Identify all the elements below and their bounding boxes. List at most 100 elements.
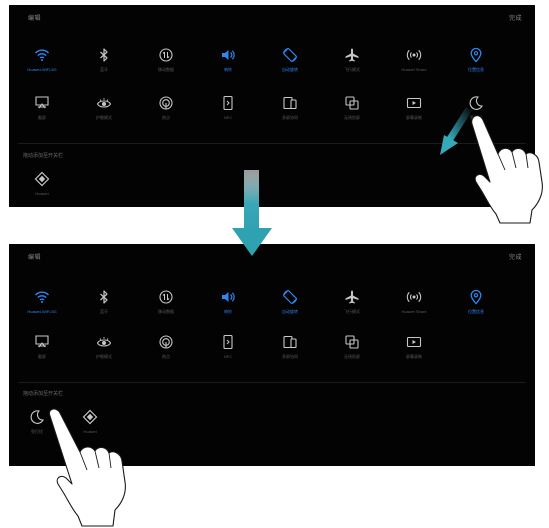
switch-label: Huawei: [35, 191, 49, 196]
screen-record-icon: [405, 333, 423, 351]
switch-wifi[interactable]: Huawei-WiFi-5G: [12, 288, 72, 328]
sound-icon: [219, 46, 237, 64]
section-divider: [18, 382, 526, 383]
switch-bluetooth[interactable]: 蓝牙: [74, 46, 134, 86]
transition-arrow-icon: [232, 170, 272, 256]
switch-label: 蓝牙: [100, 309, 108, 314]
hotspot-icon: [405, 288, 423, 306]
switch-screenshot[interactable]: 截屏: [12, 333, 72, 373]
section-label: 拖动添加至开关栏: [23, 153, 64, 159]
nfc-card-icon: [219, 94, 237, 112]
switch-nfc-card[interactable]: NFC: [198, 94, 258, 134]
switch-label: 自动旋转: [282, 309, 298, 314]
switch-label: 护眼模式: [96, 115, 112, 120]
switch-label: 蓝牙: [100, 67, 108, 72]
switch-multi-screen[interactable]: 多屏协同: [260, 94, 320, 134]
switch-label: Huawei-WiFi-5G: [27, 309, 57, 314]
wifi-icon: [33, 288, 51, 306]
switch-label: 屏幕录制: [406, 115, 422, 120]
diamond-icon: [33, 170, 51, 188]
switch-label: 截屏: [38, 354, 46, 359]
switch-airplane[interactable]: 飞行模式: [322, 288, 382, 328]
switch-label: 多屏协同: [282, 354, 298, 359]
wifi-icon: [33, 46, 51, 64]
nfc-icon: [157, 94, 175, 112]
switch-label: 移动数据: [158, 67, 174, 72]
switch-diamond[interactable]: Huawei: [12, 170, 72, 207]
switch-screen-cast[interactable]: 无线投屏: [322, 94, 382, 134]
switch-label: 热点: [162, 115, 170, 120]
edit-header-left[interactable]: 编辑: [28, 252, 41, 261]
switch-label: 无线投屏: [344, 354, 360, 359]
switch-label: 响铃: [224, 67, 232, 72]
switch-label: Huawei Share: [401, 309, 427, 314]
airplane-icon: [343, 288, 361, 306]
screenshot-icon: [33, 333, 51, 351]
switch-hotspot[interactable]: Huawei Share: [384, 46, 444, 86]
bluetooth-icon: [95, 46, 113, 64]
switch-nfc[interactable]: 热点: [136, 333, 196, 373]
switch-label: NFC: [223, 354, 233, 359]
switch-hotspot[interactable]: Huawei Share: [384, 288, 444, 328]
switch-location[interactable]: 位置信息: [446, 46, 506, 86]
switch-mobile-data[interactable]: 移动数据: [136, 288, 196, 328]
switch-label: Huawei Share: [401, 67, 427, 72]
switch-label: 护眼模式: [96, 354, 112, 359]
switch-sound[interactable]: 响铃: [198, 288, 258, 328]
switch-label: 截屏: [38, 115, 46, 120]
done-button[interactable]: 完成: [509, 252, 522, 261]
multi-screen-icon: [281, 94, 299, 112]
switch-nfc-card[interactable]: NFC: [198, 333, 258, 373]
switch-label: 飞行模式: [344, 309, 360, 314]
switch-screen-record[interactable]: 屏幕录制: [384, 94, 444, 134]
nfc-card-icon: [219, 333, 237, 351]
switch-label: 自动旋转: [282, 67, 298, 72]
switch-label: 响铃: [224, 309, 232, 314]
switch-label: 多屏协同: [282, 115, 298, 120]
switch-label: 移动数据: [158, 309, 174, 314]
switch-eye-comfort[interactable]: 护眼模式: [74, 94, 134, 134]
switch-label: 位置信息: [468, 67, 484, 72]
location-icon: [467, 46, 485, 64]
location-icon: [467, 288, 485, 306]
switch-auto-rotate[interactable]: 自动旋转: [260, 46, 320, 86]
switch-screenshot[interactable]: 截屏: [12, 94, 72, 134]
screen-record-icon: [405, 94, 423, 112]
switch-location[interactable]: 位置信息: [446, 288, 506, 328]
switch-label: Huawei-WiFi-5G: [27, 67, 57, 72]
auto-rotate-icon: [281, 288, 299, 306]
nfc-icon: [157, 333, 175, 351]
switch-label: NFC: [223, 115, 233, 120]
screen-cast-icon: [343, 94, 361, 112]
mobile-data-icon: [157, 46, 175, 64]
sound-icon: [219, 288, 237, 306]
section-label: 拖动添加至开关栏: [23, 391, 64, 397]
switch-multi-screen[interactable]: 多屏协同: [260, 333, 320, 373]
switch-label: 无线投屏: [344, 115, 360, 120]
switch-mobile-data[interactable]: 移动数据: [136, 46, 196, 86]
switch-auto-rotate[interactable]: 自动旋转: [260, 288, 320, 328]
switch-bluetooth[interactable]: 蓝牙: [74, 288, 134, 328]
switch-airplane[interactable]: 飞行模式: [322, 46, 382, 86]
hand-pointer-icon: [48, 408, 126, 527]
switch-screen-cast[interactable]: 无线投屏: [322, 333, 382, 373]
mobile-data-icon: [157, 288, 175, 306]
eye-comfort-icon: [95, 94, 113, 112]
switch-label: 热点: [162, 354, 170, 359]
switch-sound[interactable]: 响铃: [198, 46, 258, 86]
switch-label: 位置信息: [468, 309, 484, 314]
bluetooth-icon: [95, 288, 113, 306]
switch-wifi[interactable]: Huawei-WiFi-5G: [12, 46, 72, 86]
switch-eye-comfort[interactable]: 护眼模式: [74, 333, 134, 373]
done-button[interactable]: 完成: [509, 13, 522, 22]
airplane-icon: [343, 46, 361, 64]
eye-comfort-icon: [95, 333, 113, 351]
switch-label: 飞行模式: [344, 67, 360, 72]
hand-pointer-icon: [471, 115, 543, 224]
switch-label: 屏幕录制: [406, 354, 422, 359]
auto-rotate-icon: [281, 46, 299, 64]
switch-screen-record[interactable]: 屏幕录制: [384, 333, 444, 373]
edit-header-left[interactable]: 编辑: [28, 13, 41, 22]
switch-nfc[interactable]: 热点: [136, 94, 196, 134]
screen-cast-icon: [343, 333, 361, 351]
